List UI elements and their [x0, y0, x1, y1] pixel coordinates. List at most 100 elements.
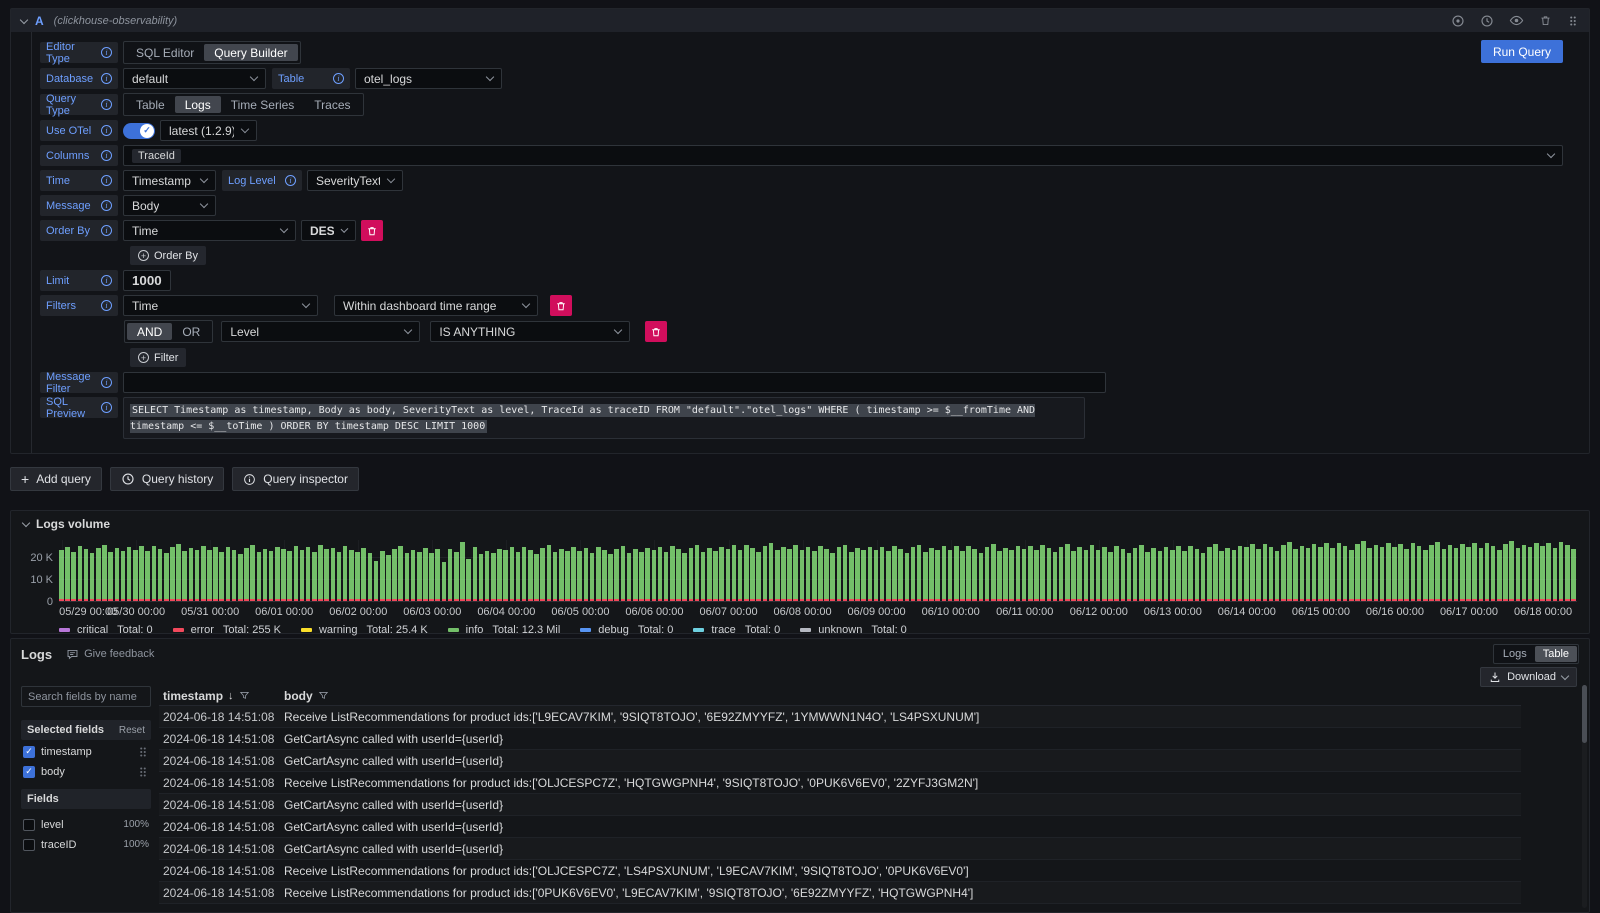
volume-bar[interactable]	[226, 547, 231, 601]
volume-bar[interactable]	[238, 554, 243, 601]
volume-bar[interactable]	[608, 554, 613, 601]
volume-bar[interactable]	[1565, 545, 1570, 601]
volume-bar[interactable]	[145, 551, 150, 601]
volume-bar[interactable]	[1176, 546, 1181, 601]
volume-bar[interactable]	[849, 552, 854, 601]
volume-bar[interactable]	[318, 545, 323, 601]
time-column-select[interactable]: Timestamp	[123, 170, 216, 191]
volume-bar[interactable]	[806, 547, 811, 601]
order-by-direction-select[interactable]: DESC	[301, 220, 356, 241]
volume-bar[interactable]	[1553, 548, 1558, 601]
volume-bar[interactable]	[571, 547, 576, 601]
query-type-option-table[interactable]: Table	[126, 96, 175, 113]
table-row[interactable]: 2024-06-18 14:51:08Receive ListRecommend…	[159, 882, 1521, 904]
volume-bar[interactable]	[1145, 552, 1150, 601]
table-row[interactable]: 2024-06-18 14:51:08Receive ListRecommend…	[159, 772, 1521, 794]
volume-bar[interactable]	[127, 547, 132, 601]
volume-bar[interactable]	[90, 553, 95, 601]
use-otel-toggle[interactable]: ✓	[123, 123, 155, 139]
volume-bar[interactable]	[1275, 551, 1280, 601]
volume-bar[interactable]	[917, 545, 922, 601]
volume-bar[interactable]	[398, 546, 403, 601]
volume-bar[interactable]	[343, 546, 348, 601]
volume-bar[interactable]	[1040, 545, 1045, 601]
volume-bar[interactable]	[473, 547, 478, 601]
volume-bar[interactable]	[1114, 546, 1119, 601]
volume-bar[interactable]	[213, 547, 218, 601]
volume-bar[interactable]	[312, 552, 317, 601]
volume-bar[interactable]	[164, 553, 169, 601]
volume-bar[interactable]	[219, 552, 224, 601]
trash-icon[interactable]	[1539, 14, 1552, 27]
body-column-header[interactable]: body	[284, 689, 329, 703]
volume-bar[interactable]	[195, 550, 200, 601]
volume-bar[interactable]	[1219, 551, 1224, 601]
query-type-option-traces[interactable]: Traces	[304, 96, 360, 113]
logs-view-option-logs[interactable]: Logs	[1495, 646, 1535, 662]
columns-multiselect[interactable]: TraceId	[123, 145, 1563, 166]
volume-bar[interactable]	[1164, 547, 1169, 601]
volume-bar[interactable]	[818, 546, 823, 601]
volume-bar[interactable]	[1448, 545, 1453, 601]
volume-bar[interactable]	[775, 550, 780, 601]
give-feedback-link[interactable]: Give feedback	[66, 648, 154, 661]
volume-bar[interactable]	[1108, 552, 1113, 601]
volume-bar[interactable]	[793, 545, 798, 601]
volume-bar[interactable]	[997, 551, 1002, 601]
volume-bar[interactable]	[843, 545, 848, 601]
volume-bar[interactable]	[756, 552, 761, 601]
volume-bar[interactable]	[176, 544, 181, 601]
volume-bar[interactable]	[769, 543, 774, 601]
volume-bar[interactable]	[645, 548, 650, 601]
volume-bar[interactable]	[1522, 545, 1527, 601]
volume-bar[interactable]	[1398, 544, 1403, 601]
editor-type-option-sql-editor[interactable]: SQL Editor	[126, 44, 204, 61]
volume-bar[interactable]	[96, 548, 101, 601]
volume-bar[interactable]	[812, 551, 817, 601]
table-scrollbar[interactable]	[1582, 685, 1587, 908]
volume-bar[interactable]	[1472, 543, 1477, 601]
volume-bar[interactable]	[590, 553, 595, 601]
volume-bar[interactable]	[1077, 547, 1082, 601]
volume-bar[interactable]	[337, 552, 342, 601]
volume-bar[interactable]	[1207, 547, 1212, 601]
remove-filter-button[interactable]	[550, 295, 572, 316]
volume-bar[interactable]	[664, 552, 669, 601]
drag-handle-icon[interactable]	[137, 745, 149, 759]
duplicate-icon[interactable]	[1451, 14, 1465, 28]
volume-bar[interactable]	[1053, 552, 1058, 601]
volume-bar[interactable]	[1559, 542, 1564, 601]
table-row[interactable]: 2024-06-18 14:51:08GetCartAsync called w…	[159, 838, 1521, 860]
volume-bar[interactable]	[182, 551, 187, 601]
volume-bar[interactable]	[1102, 547, 1107, 601]
volume-bar[interactable]	[479, 554, 484, 601]
volume-bar[interactable]	[1324, 543, 1329, 601]
volume-bar[interactable]	[1287, 542, 1292, 601]
volume-bar[interactable]	[744, 545, 749, 601]
volume-bar[interactable]	[1380, 547, 1385, 601]
table-row[interactable]: 2024-06-18 14:51:08GetCartAsync called w…	[159, 816, 1521, 838]
volume-bar[interactable]	[966, 546, 971, 601]
table-row[interactable]: 2024-06-18 14:51:08GetCartAsync called w…	[159, 794, 1521, 816]
volume-bar[interactable]	[485, 551, 490, 601]
order-by-field-select[interactable]: Time	[123, 220, 296, 241]
volume-bar[interactable]	[454, 552, 459, 601]
chevron-down-icon[interactable]	[20, 15, 28, 23]
history-icon[interactable]	[1480, 14, 1494, 28]
volume-bar[interactable]	[1374, 545, 1379, 601]
volume-bar[interactable]	[516, 552, 521, 601]
volume-bar[interactable]	[466, 559, 471, 601]
volume-bar[interactable]	[417, 552, 422, 601]
volume-bar[interactable]	[547, 545, 552, 601]
volume-bar[interactable]	[257, 552, 262, 601]
volume-bar[interactable]	[886, 551, 891, 601]
volume-bar[interactable]	[1139, 545, 1144, 601]
volume-bar[interactable]	[682, 553, 687, 601]
volume-bar[interactable]	[65, 547, 70, 601]
chevron-down-icon[interactable]	[22, 519, 30, 527]
volume-bar[interactable]	[1201, 553, 1206, 601]
filter-funnel-icon[interactable]	[239, 690, 250, 701]
volume-bar[interactable]	[374, 561, 379, 601]
volume-bar[interactable]	[935, 550, 940, 601]
add-order-by-button[interactable]: + Order By	[130, 246, 206, 265]
